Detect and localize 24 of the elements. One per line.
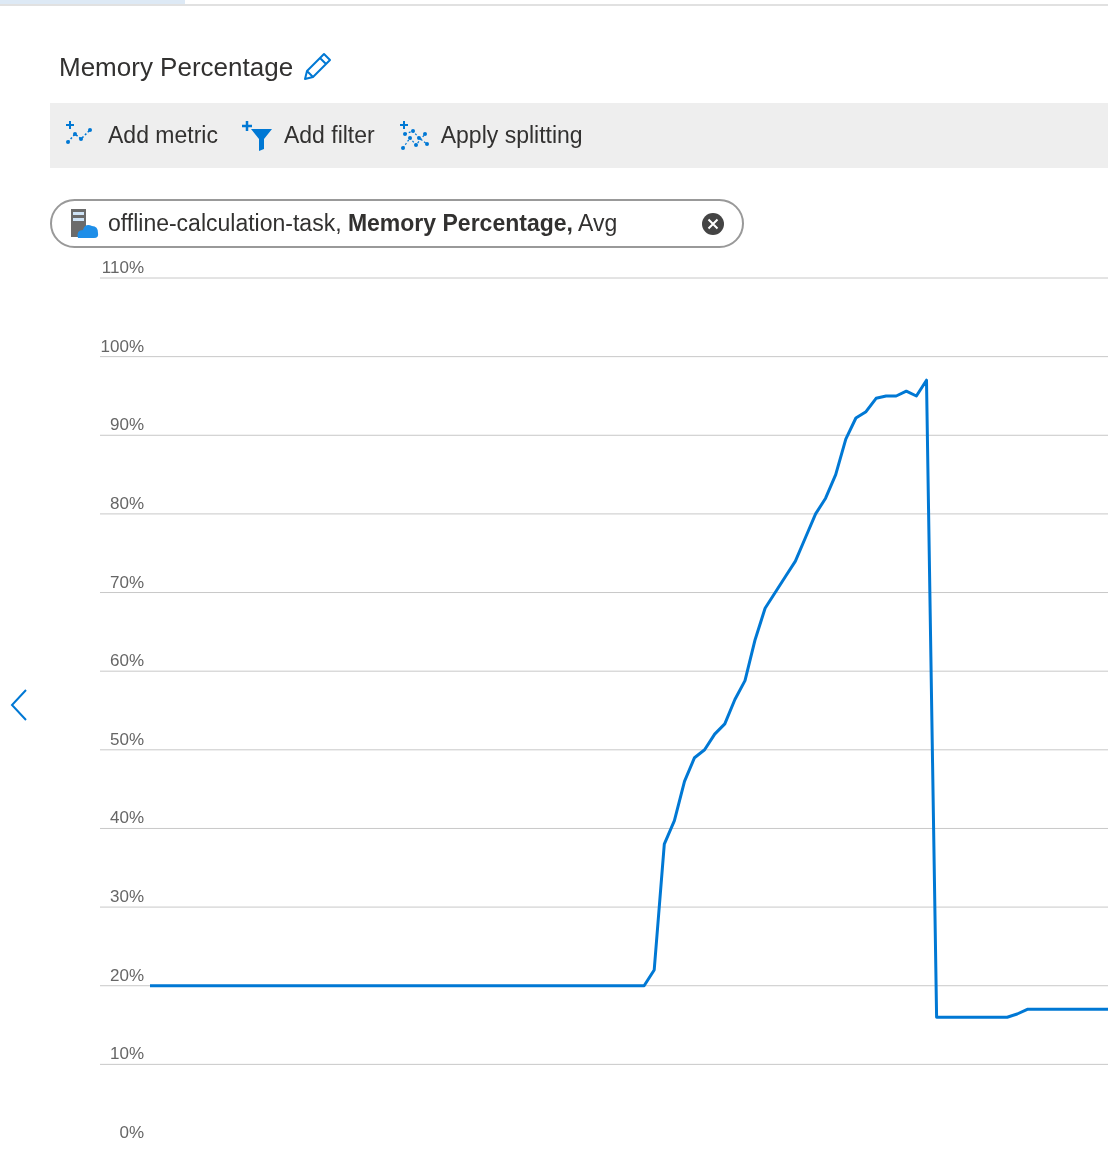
metric-pill[interactable]: offline-calculation-task, Memory Percentage, Avg [50, 199, 744, 248]
metric-label: offline-calculation-task, Memory Percentage, Avg [108, 209, 618, 239]
axis-label: 80% [109, 493, 144, 513]
axis-label: 10% [109, 1044, 144, 1064]
axis-label: 0% [119, 1123, 144, 1140]
funnel-plus-icon [241, 119, 274, 152]
axis-label: 70% [109, 572, 144, 592]
axis-label: 60% [109, 651, 144, 671]
toolbar-button[interactable]: Add metric [66, 118, 218, 153]
toolbar-button[interactable]: Add filter [241, 118, 375, 153]
axis-label: 20% [109, 965, 144, 985]
axis-label: 30% [109, 887, 144, 907]
toolbar-button[interactable]: Apply splitting [398, 118, 583, 153]
server-cloud-icon [68, 207, 100, 240]
axis-label: 100% [100, 336, 144, 356]
close-icon[interactable] [701, 211, 725, 236]
chevron-left-icon[interactable] [10, 689, 27, 721]
pencil-icon[interactable] [301, 51, 334, 83]
axis-label: 50% [109, 729, 144, 749]
axis-label: 110% [101, 258, 144, 277]
axis-label: 40% [109, 808, 144, 828]
chart-title: Memory Percentage [59, 50, 294, 84]
axis-label: 90% [109, 415, 144, 435]
scatter-plus-icon [398, 119, 431, 152]
